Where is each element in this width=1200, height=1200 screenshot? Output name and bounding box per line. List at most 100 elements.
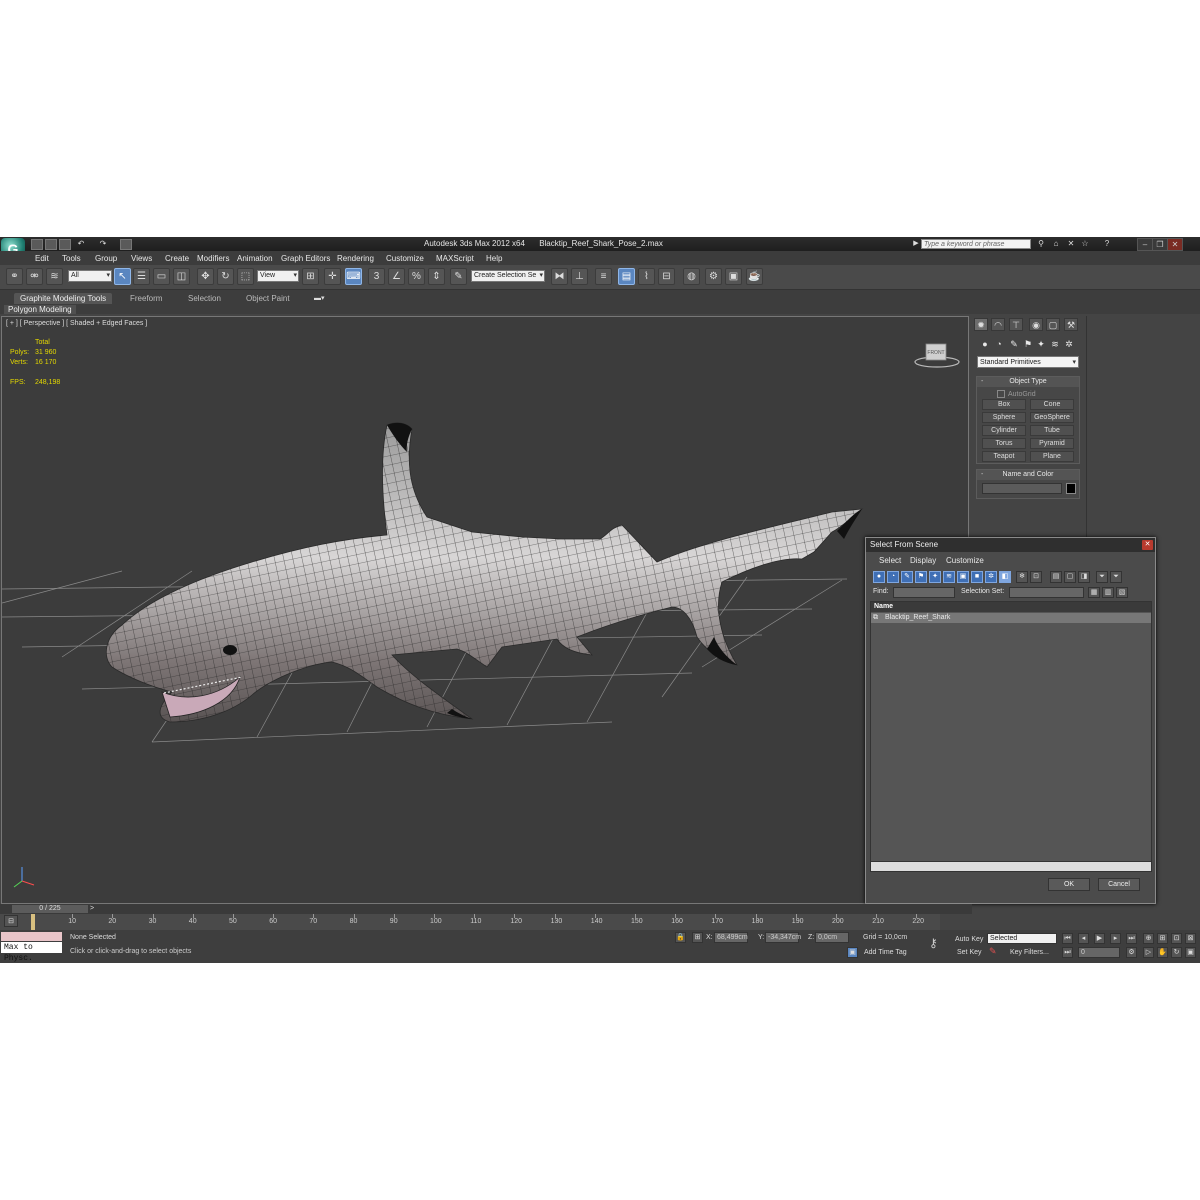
cameras-icon[interactable]: ⚑ xyxy=(1022,338,1034,350)
save-icon[interactable] xyxy=(59,239,71,250)
object-color-swatch[interactable] xyxy=(1066,483,1076,494)
display-helpers-icon[interactable]: ✦ xyxy=(929,571,941,583)
graphite-toggle-icon[interactable]: ▤ xyxy=(618,268,635,285)
select-move-icon[interactable]: ✥ xyxy=(197,268,214,285)
maximize-viewport-icon[interactable]: ▣ xyxy=(1185,947,1196,958)
menu-rendering[interactable]: Rendering xyxy=(337,254,374,263)
remove-selection-set-icon[interactable]: ▧ xyxy=(1116,587,1128,598)
select-object-icon[interactable]: ↖ xyxy=(114,268,131,285)
named-selection-dropdown[interactable]: Create Selection Se xyxy=(471,270,545,282)
teapot-button[interactable]: Teapot xyxy=(982,451,1026,462)
select-scale-icon[interactable]: ⬚ xyxy=(237,268,254,285)
space-warps-icon[interactable]: ≋ xyxy=(1049,338,1061,350)
pan-view-icon[interactable]: ✋ xyxy=(1157,947,1168,958)
menu-modifiers[interactable]: Modifiers xyxy=(197,254,229,263)
link-icon[interactable]: ⚭ xyxy=(6,268,23,285)
absolute-mode-icon[interactable]: ⊞ xyxy=(692,932,703,943)
new-icon[interactable] xyxy=(31,239,43,250)
tab-object-paint[interactable]: Object Paint xyxy=(240,293,296,304)
rendered-frame-window-icon[interactable]: ▣ xyxy=(725,268,742,285)
zoom-all-icon[interactable]: ⊞ xyxy=(1157,933,1168,944)
display-tab-icon[interactable]: ▢ xyxy=(1046,318,1060,331)
horizontal-scrollbar[interactable] xyxy=(871,861,1151,871)
hierarchy-tab-icon[interactable]: ⊤ xyxy=(1009,318,1023,331)
x-coordinate-field[interactable]: 68,499cm xyxy=(714,932,748,943)
bind-space-warp-icon[interactable]: ≋ xyxy=(46,268,63,285)
rectangular-selection-icon[interactable]: ▭ xyxy=(153,268,170,285)
binoculars-icon[interactable]: ⚲ xyxy=(1037,240,1045,248)
display-shapes-icon[interactable]: ◔ xyxy=(887,571,899,583)
material-editor-icon[interactable]: ◍ xyxy=(683,268,700,285)
cancel-button[interactable]: Cancel xyxy=(1098,878,1140,891)
layer-manager-icon[interactable]: ≡ xyxy=(595,268,612,285)
auto-key-button[interactable]: Auto Key xyxy=(955,936,983,943)
menu-help[interactable]: Help xyxy=(486,254,502,263)
menu-customize[interactable]: Customize xyxy=(386,254,424,263)
select-all-icon[interactable]: ▤ xyxy=(1050,571,1062,583)
select-rotate-icon[interactable]: ↻ xyxy=(217,268,234,285)
display-bones-icon[interactable]: ✲ xyxy=(985,571,997,583)
current-frame-marker[interactable] xyxy=(31,914,35,930)
display-frozen-icon[interactable]: ❄ xyxy=(1016,571,1028,583)
autogrid-checkbox[interactable]: AutoGrid xyxy=(997,390,1036,398)
tab-selection[interactable]: Selection xyxy=(182,293,227,304)
geometry-icon[interactable]: ● xyxy=(979,338,991,350)
field-of-view-icon[interactable]: ▷ xyxy=(1143,947,1154,958)
current-frame-field[interactable]: 0 xyxy=(1078,947,1120,958)
schematic-view-icon[interactable]: ⊟ xyxy=(658,268,675,285)
angle-snap-icon[interactable]: ∠ xyxy=(388,268,405,285)
expand-arrow-icon[interactable]: ▶ xyxy=(912,240,920,248)
object-name-field[interactable] xyxy=(982,483,1062,494)
utilities-tab-icon[interactable]: ⚒ xyxy=(1064,318,1078,331)
tab-graphite-modeling-tools[interactable]: Graphite Modeling Tools xyxy=(14,293,113,304)
dialog-title[interactable]: Select From Scene xyxy=(866,538,1155,552)
select-by-name-icon[interactable]: ☰ xyxy=(133,268,150,285)
selection-set-dropdown[interactable] xyxy=(1009,587,1084,598)
mirror-icon[interactable]: ⧓ xyxy=(551,268,568,285)
list-item[interactable]: Blacktip_Reef_Shark xyxy=(871,613,1151,623)
object-type-title[interactable]: Object Type xyxy=(977,377,1079,387)
pivot-center-icon[interactable]: ⊞ xyxy=(302,268,319,285)
select-invert-icon[interactable]: ◨ xyxy=(1078,571,1090,583)
find-input[interactable] xyxy=(893,587,955,598)
create-selection-set-icon[interactable]: ▦ xyxy=(1088,587,1100,598)
display-hidden-icon[interactable]: ⊡ xyxy=(1030,571,1042,583)
key-icon[interactable]: ✎ xyxy=(989,946,997,957)
dialog-menu-customize[interactable]: Customize xyxy=(946,556,984,565)
display-geometry-icon[interactable]: ● xyxy=(873,571,885,583)
create-tab-icon[interactable]: ✹ xyxy=(974,318,988,331)
project-folder-icon[interactable] xyxy=(120,239,132,250)
next-frame-icon[interactable]: ▸ xyxy=(1110,933,1121,944)
primitive-type-dropdown[interactable]: Standard Primitives xyxy=(977,356,1079,368)
torus-button[interactable]: Torus xyxy=(982,438,1026,449)
menu-animation[interactable]: Animation xyxy=(237,254,273,263)
snaps-toggle-icon[interactable]: 3 xyxy=(368,268,385,285)
key-mode-dropdown[interactable]: Selected xyxy=(987,933,1057,944)
keyboard-shortcut-override-icon[interactable]: ⌨ xyxy=(345,268,362,285)
redo-icon[interactable]: ↷ xyxy=(99,240,107,248)
y-coordinate-field[interactable]: -34,347cm xyxy=(765,932,801,943)
helpers-icon[interactable]: ✦ xyxy=(1035,338,1047,350)
unlink-icon[interactable]: ⚮ xyxy=(26,268,43,285)
display-lights-icon[interactable]: ✎ xyxy=(901,571,913,583)
menu-views[interactable]: Views xyxy=(131,254,152,263)
menu-graph-editors[interactable]: Graph Editors xyxy=(281,254,330,263)
spinner-snap-icon[interactable]: ⇕ xyxy=(428,268,445,285)
close-button[interactable]: ✕ xyxy=(1167,238,1183,251)
geosphere-button[interactable]: GeoSphere xyxy=(1030,412,1074,423)
time-tag-icon[interactable]: ▣ xyxy=(847,947,858,958)
ok-button[interactable]: OK xyxy=(1048,878,1090,891)
viewport-label[interactable]: [ + ] [ Perspective ] [ Shaded + Edged F… xyxy=(6,320,147,327)
align-icon[interactable]: ⊥ xyxy=(571,268,588,285)
reference-coordinate-dropdown[interactable]: View xyxy=(257,270,299,282)
go-to-end-icon[interactable]: ⏭ xyxy=(1126,933,1137,944)
name-and-color-title[interactable]: Name and Color xyxy=(977,470,1079,480)
zoom-icon[interactable]: ⊕ xyxy=(1143,933,1154,944)
menu-group[interactable]: Group xyxy=(95,254,117,263)
motion-tab-icon[interactable]: ◉ xyxy=(1029,318,1043,331)
edit-named-selection-icon[interactable]: ✎ xyxy=(450,268,467,285)
menu-create[interactable]: Create xyxy=(165,254,189,263)
systems-icon[interactable]: ✲ xyxy=(1063,338,1075,350)
shapes-icon[interactable]: ◔ xyxy=(993,338,1005,350)
menu-edit[interactable]: Edit xyxy=(35,254,49,263)
